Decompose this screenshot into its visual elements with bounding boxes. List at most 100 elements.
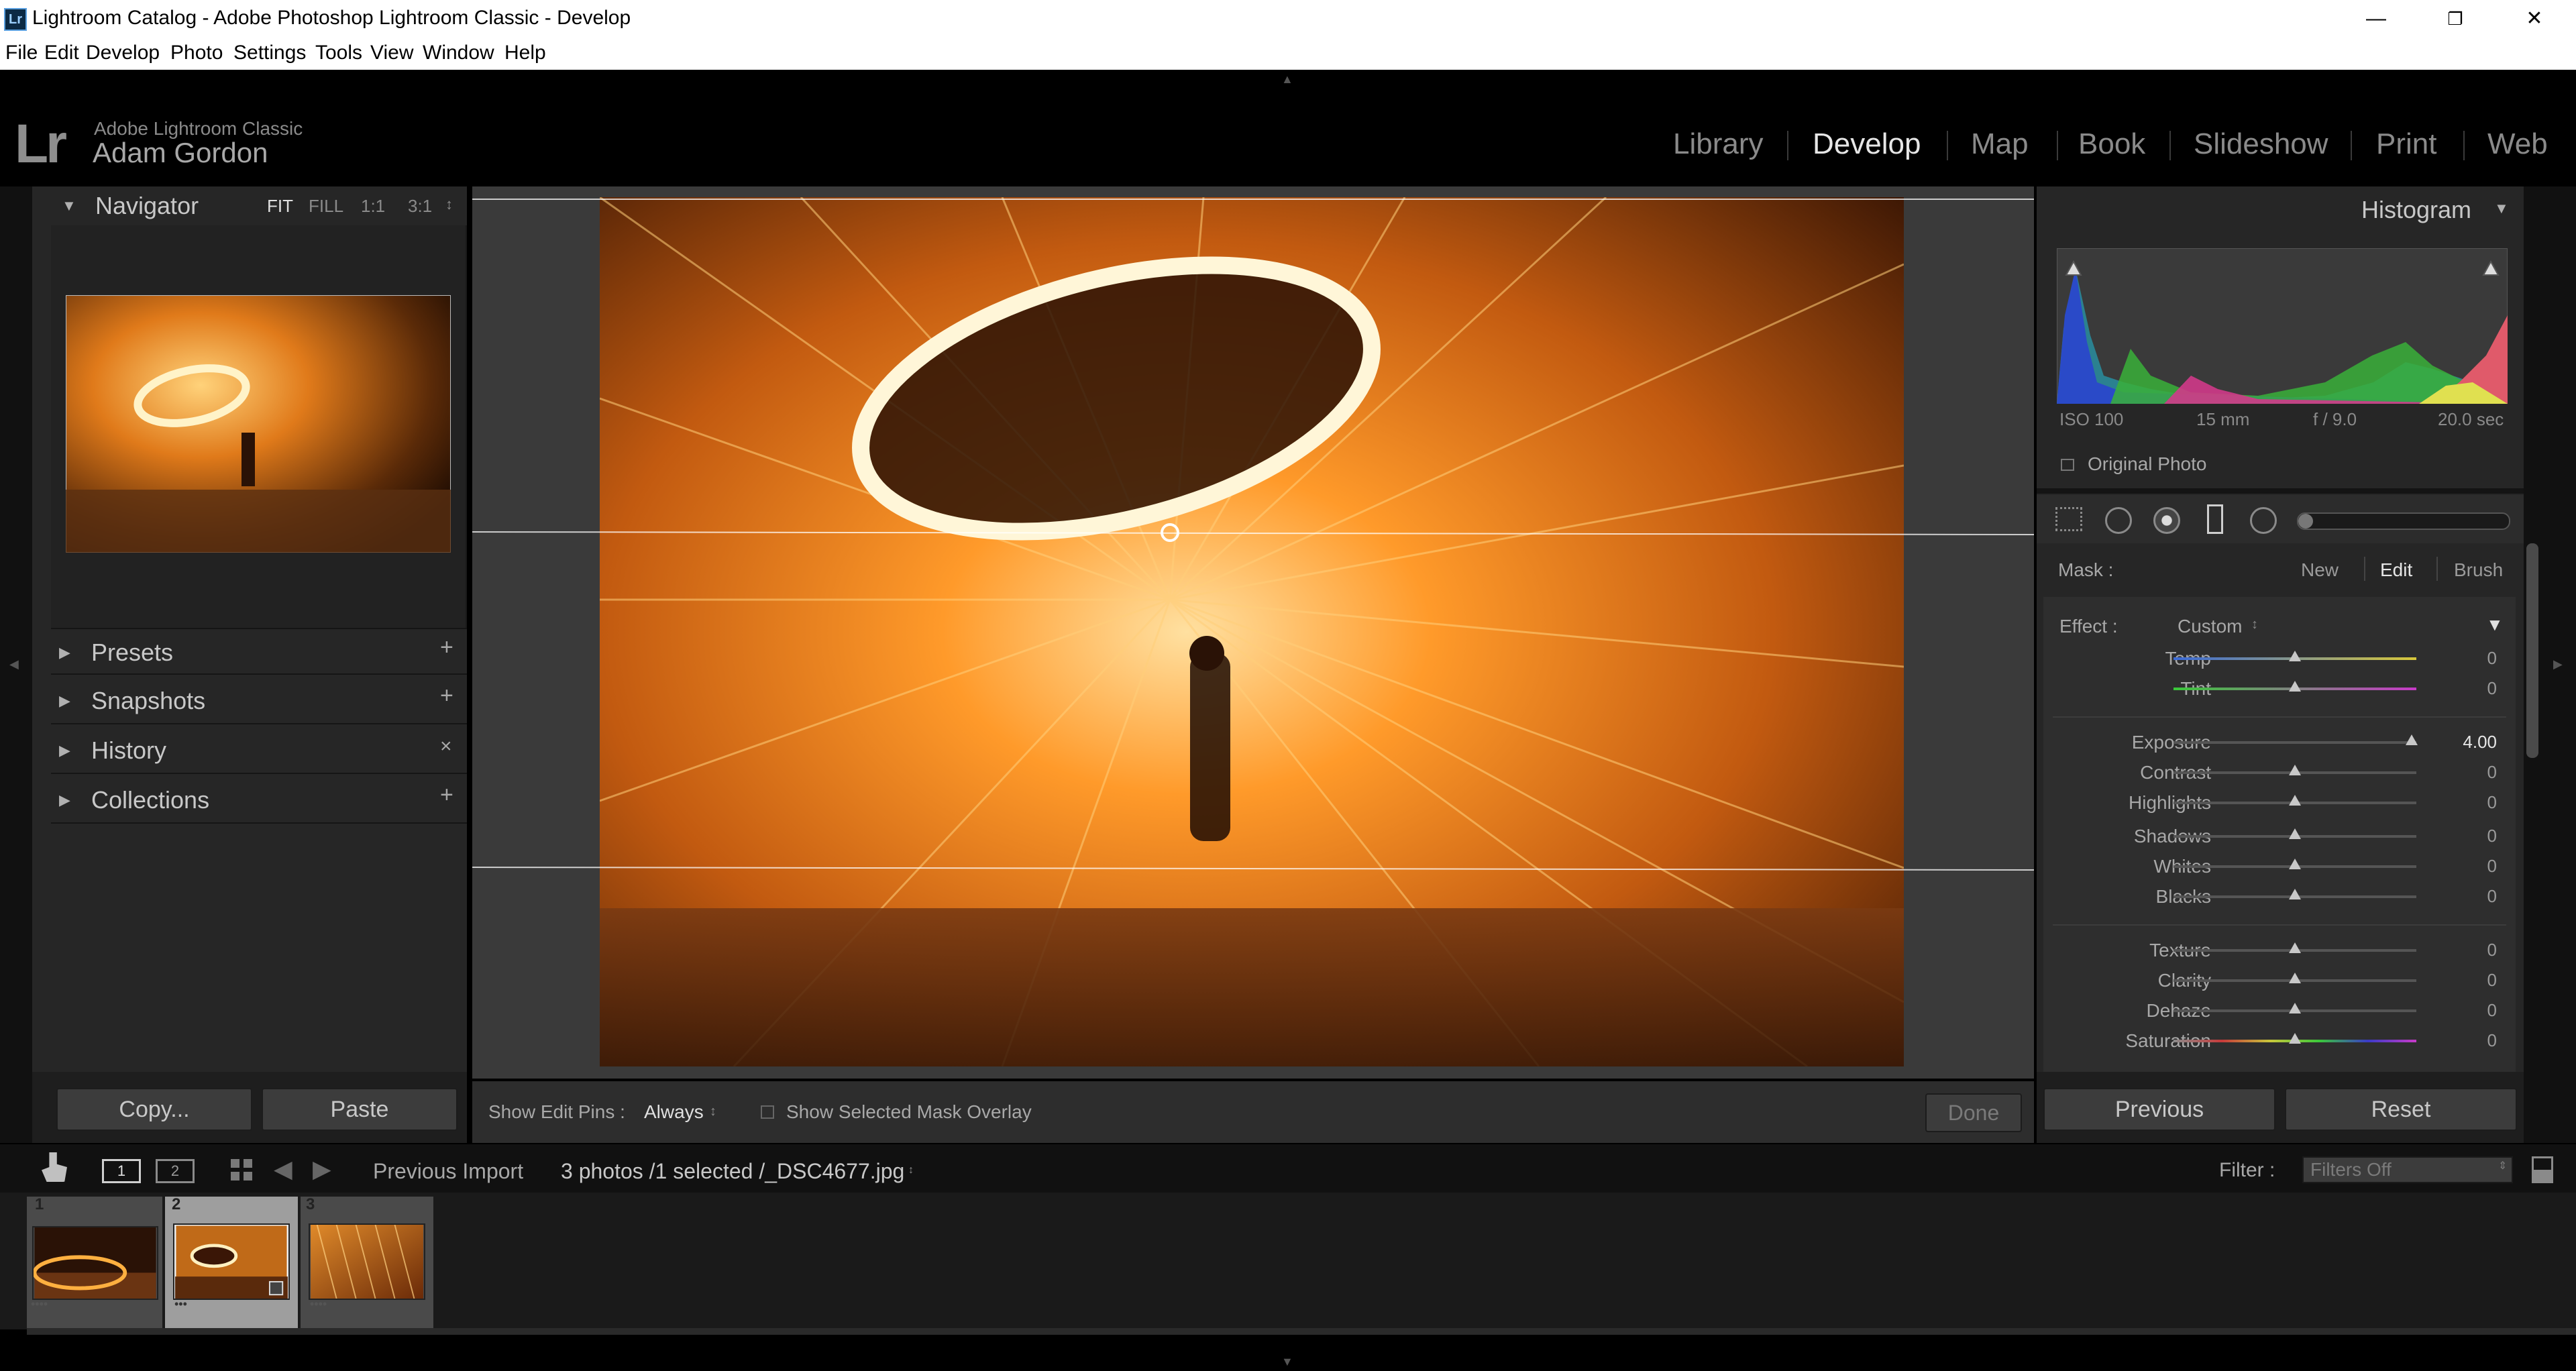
previous-button[interactable]: Previous (2043, 1088, 2275, 1131)
filter-lock-icon[interactable] (2532, 1156, 2553, 1183)
mask-edit[interactable]: Edit (2380, 559, 2412, 581)
source-label[interactable]: Previous Import (373, 1159, 523, 1184)
photo-count-info[interactable]: 3 photos /1 selected /_DSC4677.jpg (561, 1159, 904, 1184)
right-panel-scrollbar[interactable] (2526, 543, 2538, 758)
slider-thumb-contrast[interactable] (2289, 765, 2301, 775)
slider-thumb-tint[interactable] (2289, 681, 2301, 692)
slider-value-temp[interactable]: 0 (2457, 648, 2497, 669)
main-photo[interactable] (600, 197, 1904, 1066)
restore-button[interactable]: ❐ (2435, 4, 2475, 34)
slider-value-highlights[interactable]: 0 (2457, 792, 2497, 813)
done-button[interactable]: Done (1925, 1093, 2022, 1132)
history-clear-icon[interactable]: × (440, 735, 452, 758)
menu-window[interactable]: Window (423, 42, 494, 64)
slider-thumb-temp[interactable] (2289, 651, 2301, 661)
zoom-fit[interactable]: FIT (267, 196, 293, 217)
slider-value-contrast[interactable]: 0 (2457, 762, 2497, 783)
copy-button[interactable]: Copy... (56, 1088, 252, 1131)
main-window-icon[interactable]: 1 (102, 1159, 141, 1183)
slider-thumb-dehaze[interactable] (2289, 1003, 2301, 1013)
effect-select[interactable]: Custom (2178, 616, 2242, 637)
spot-removal-icon[interactable] (2105, 507, 2132, 534)
slider-track-exposure[interactable] (2174, 741, 2416, 744)
module-web[interactable]: Web (2487, 127, 2548, 161)
mask-brush[interactable]: Brush (2454, 559, 2503, 581)
slider-value-exposure[interactable]: 4.00 (2457, 732, 2497, 753)
minimize-button[interactable]: — (2356, 4, 2396, 34)
slider-thumb-highlights[interactable] (2289, 795, 2301, 806)
filmstrip-thumbnail-2[interactable] (173, 1223, 290, 1300)
navigator-thumbnail[interactable] (66, 295, 451, 553)
slider-value-blacks[interactable]: 0 (2457, 886, 2497, 907)
slider-value-tint[interactable]: 0 (2457, 678, 2497, 699)
snapshots-expand-icon[interactable]: ▶ (59, 692, 70, 710)
original-photo-checkbox[interactable] (2061, 459, 2074, 471)
top-panel-toggle-icon[interactable]: ▲ (1281, 72, 1293, 87)
filmstrip-thumbnail-1[interactable] (32, 1226, 158, 1300)
slider-value-saturation[interactable]: 0 (2457, 1030, 2497, 1051)
history-expand-icon[interactable]: ▶ (59, 742, 70, 759)
left-panel-toggle-icon[interactable]: ◀ (9, 657, 19, 671)
menu-help[interactable]: Help (504, 42, 546, 64)
zoom-stepper-icon[interactable]: ↕ (445, 196, 453, 213)
slider-value-shadows[interactable]: 0 (2457, 826, 2497, 846)
crop-tool-icon[interactable] (2055, 507, 2082, 531)
effect-disclosure-icon[interactable]: ▼ (2486, 614, 2504, 635)
graduated-filter-icon[interactable] (2207, 504, 2223, 534)
mask-new[interactable]: New (2301, 559, 2339, 581)
slider-thumb-whites[interactable] (2289, 859, 2301, 869)
collections-add-icon[interactable]: + (440, 782, 453, 808)
slider-value-texture[interactable]: 0 (2457, 940, 2497, 961)
collections-expand-icon[interactable]: ▶ (59, 791, 70, 809)
filter-stepper-icon[interactable]: ⇕ (2498, 1159, 2507, 1172)
zoom-fill[interactable]: FILL (309, 196, 343, 217)
slider-thumb-exposure[interactable] (2405, 734, 2418, 745)
info-stepper-icon[interactable]: ↕ (908, 1164, 914, 1176)
history-title[interactable]: History (91, 736, 166, 765)
effect-stepper-icon[interactable]: ↕ (2251, 617, 2258, 633)
radial-filter-icon[interactable] (2250, 507, 2277, 534)
close-button[interactable]: ✕ (2514, 4, 2555, 34)
slider-thumb-texture[interactable] (2289, 942, 2301, 953)
slider-thumb-blacks[interactable] (2289, 889, 2301, 899)
filmstrip-scrollbar[interactable] (27, 1328, 2576, 1335)
paste-button[interactable]: Paste (262, 1088, 458, 1131)
brush-slider-knob[interactable] (2298, 514, 2313, 529)
slider-value-whites[interactable]: 0 (2457, 856, 2497, 877)
menu-settings[interactable]: Settings (233, 42, 306, 64)
filmstrip-toggle-icon[interactable]: ▼ (1281, 1355, 1293, 1369)
mask-overlay-checkbox[interactable] (761, 1105, 774, 1119)
histogram-collapse-icon[interactable]: ▼ (2494, 200, 2509, 217)
module-library[interactable]: Library (1673, 127, 1764, 161)
red-eye-icon[interactable] (2153, 507, 2180, 534)
slider-thumb-clarity[interactable] (2289, 973, 2301, 983)
slider-thumb-saturation[interactable] (2289, 1033, 2301, 1044)
menu-view[interactable]: View (370, 42, 413, 64)
forward-arrow-icon[interactable]: ▶ (313, 1155, 331, 1183)
menu-develop[interactable]: Develop (86, 42, 160, 64)
menu-file[interactable]: File (5, 42, 38, 64)
snapshots-add-icon[interactable]: + (440, 683, 453, 709)
module-develop[interactable]: Develop (1813, 127, 1921, 161)
zoom-1-1[interactable]: 1:1 (361, 196, 385, 217)
module-book[interactable]: Book (2078, 127, 2145, 161)
zoom-3-1[interactable]: 3:1 (408, 196, 432, 217)
show-edit-pins-select[interactable]: Always (644, 1101, 704, 1123)
menu-tools[interactable]: Tools (315, 42, 362, 64)
presets-title[interactable]: Presets (91, 639, 173, 667)
menu-photo[interactable]: Photo (170, 42, 223, 64)
edit-pins-stepper-icon[interactable]: ↕ (710, 1104, 716, 1119)
module-map[interactable]: Map (1971, 127, 2029, 161)
back-arrow-icon[interactable]: ◀ (274, 1155, 292, 1183)
grid-view-icon[interactable] (231, 1159, 252, 1181)
reset-button[interactable]: Reset (2285, 1088, 2517, 1131)
filmstrip-thumbnail-3[interactable] (309, 1223, 425, 1300)
filter-select[interactable]: Filters Off (2302, 1156, 2513, 1183)
right-panel-toggle-icon[interactable]: ▶ (2553, 657, 2563, 671)
module-slideshow[interactable]: Slideshow (2194, 127, 2328, 161)
module-print[interactable]: Print (2376, 127, 2436, 161)
presets-add-icon[interactable]: + (440, 635, 453, 661)
histogram-graph[interactable] (2057, 248, 2508, 404)
presets-expand-icon[interactable]: ▶ (59, 644, 70, 661)
snapshots-title[interactable]: Snapshots (91, 687, 205, 715)
